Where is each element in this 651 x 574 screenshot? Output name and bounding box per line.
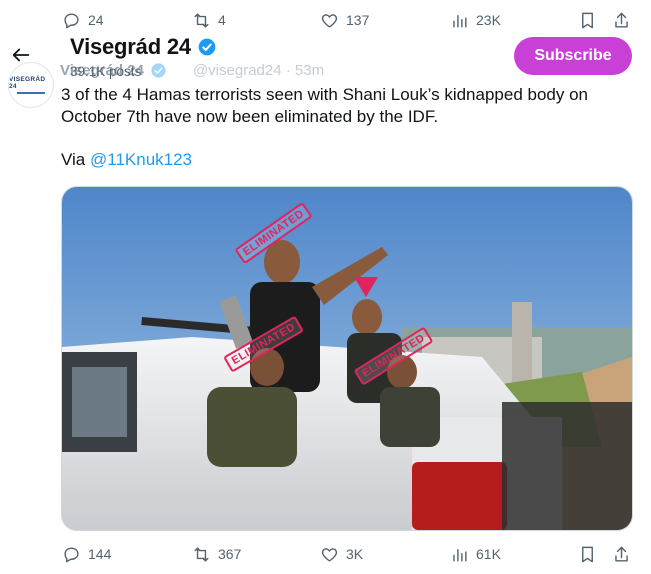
share-icon [615,546,628,562]
heart-icon [321,13,338,28]
heart-icon [321,547,338,562]
verified-badge-icon [198,38,216,56]
like-count: 137 [346,12,370,28]
tweet-line-1: 3 of the 4 Hamas terrorists seen with Sh… [61,85,588,104]
reply-count: 144 [88,546,112,562]
bookmark-icon [582,12,593,28]
mention-link[interactable]: @11Knuk123 [90,150,192,169]
views-count: 23K [476,12,501,28]
tweet-via: Via @11Knuk123 [61,150,192,170]
repost-icon [194,546,209,562]
subscribe-button[interactable]: Subscribe [514,37,632,75]
bookmark-button[interactable] [578,0,597,40]
repost-button[interactable]: 367 [192,534,241,574]
reply-icon [64,12,79,28]
red-marker-icon [354,277,378,297]
like-button[interactable]: 3K [320,534,363,574]
analytics-icon [453,14,467,28]
reply-icon [64,546,79,562]
like-count: 3K [346,546,364,562]
reply-button[interactable]: 144 [62,534,111,574]
repost-count: 4 [218,12,226,28]
posts-count: 39.1K posts [70,64,142,79]
profile-header-title: Visegrád 24 [70,34,217,60]
tweet-line-2: October 7th have now been eliminated by … [61,107,439,126]
views-count: 61K [476,546,501,562]
repost-count: 367 [218,546,242,562]
share-button[interactable] [612,534,631,574]
views-button[interactable]: 61K [450,534,501,574]
share-icon [615,12,628,28]
analytics-icon [453,548,467,562]
reply-count: 24 [88,12,104,28]
views-button[interactable]: 23K [450,0,501,40]
verified-badge-icon [151,63,166,78]
tweet-action-bar: 144 367 3K 61K [0,534,651,574]
bookmark-icon [582,546,593,562]
repost-icon [194,12,209,28]
photo-scene [62,187,632,530]
bookmark-button[interactable] [578,534,597,574]
share-button[interactable] [612,0,631,40]
tweet-text: 3 of the 4 Hamas terrorists seen with Sh… [61,84,621,128]
avatar-logo-underline [17,92,45,94]
avatar-logo-text: VISEGRÁD 24 [9,76,46,90]
via-prefix: Via [61,150,90,169]
tweet-media-photo[interactable]: ELIMINATED ELIMINATED ELIMINATED [61,186,633,531]
author-handle-time: @visegrad24 · 53m [192,62,325,79]
like-button[interactable]: 137 [320,0,369,40]
avatar[interactable]: VISEGRÁD 24 [8,62,54,108]
profile-name: Visegrád 24 [70,34,191,59]
